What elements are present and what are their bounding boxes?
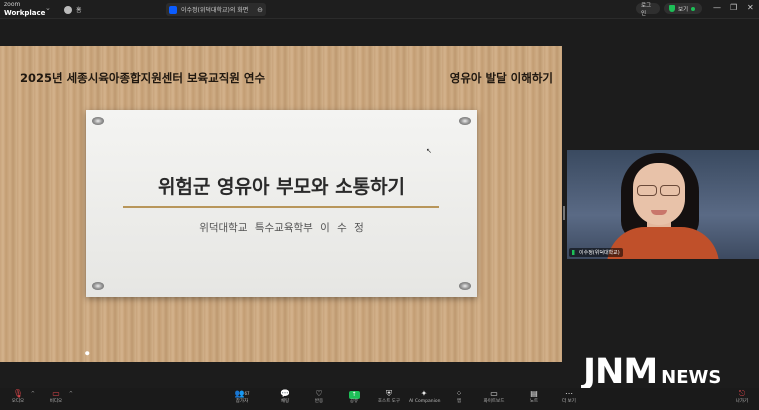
shield-icon [669, 5, 675, 12]
participant-mouth [651, 210, 667, 215]
leave-button[interactable]: ⎋ 나가기 [727, 389, 757, 405]
tab-meeting[interactable]: 이수정(위덕대학교)의 화면 ⊖ [166, 3, 266, 16]
glasses-icon [635, 185, 681, 196]
participant-video-tile[interactable]: 이수정(위덕대학교) [567, 150, 759, 259]
meeting-icon [169, 5, 177, 14]
more-button[interactable]: ⋯ 더 보기 [554, 389, 584, 405]
slide-header-right: 영유아 발달 이해하기 [449, 71, 553, 85]
notes-button[interactable]: ▤ 노트 [519, 389, 549, 405]
participant-name-badge: 이수정(위덕대학교) [569, 248, 623, 257]
participants-icon: 👥67 [234, 389, 250, 398]
apps-button[interactable]: ⁘ 앱 [444, 389, 474, 405]
meeting-toolbar: 🎙 오디오 ^ ▭ 비디오 ^ 👥67 참가자 💬 채팅 ♡ 반응 ↑ 공유 ⛨… [0, 388, 759, 410]
pin-icon [92, 117, 104, 125]
chat-button[interactable]: 💬 채팅 [270, 389, 300, 405]
audio-button[interactable]: 🎙 오디오 ^ [3, 389, 35, 405]
close-button[interactable]: ✕ [747, 3, 754, 12]
pin-icon [459, 117, 471, 125]
participants-button[interactable]: 👥67 참가자 [227, 389, 257, 405]
pin-icon [92, 282, 104, 290]
home-icon [64, 5, 72, 14]
view-button[interactable]: 보기 [664, 3, 702, 14]
slide-title: 위험군 영유아 부모와 소통하기 [157, 176, 406, 198]
status-dot-icon [691, 6, 696, 11]
chat-icon: 💬 [280, 389, 290, 398]
host-tools-icon: ⛨ [386, 389, 392, 398]
slide-title-card: ↖ 위험군 영유아 부모와 소통하기 위덕대학교 특수교육학부 이 수 정 [86, 110, 477, 297]
restore-button[interactable]: ❐ [730, 3, 737, 12]
share-icon: ↑ [348, 391, 360, 399]
reactions-icon: ♡ [315, 389, 323, 398]
slide-subtitle: 위덕대학교 특수교육학부 이 수 정 [199, 222, 364, 234]
minimize-button[interactable]: — [713, 3, 721, 12]
ai-companion-icon: ✦ [420, 389, 428, 398]
camera-icon[interactable]: ⏺ [85, 349, 90, 359]
whiteboard-icon: ▭ [490, 389, 498, 398]
chevron-up-icon[interactable]: ^ [69, 391, 73, 397]
ai-companion-button[interactable]: ✦ AI Companion [409, 389, 440, 405]
signal-icon [572, 250, 577, 255]
mic-muted-icon: 🎙 [12, 389, 24, 398]
tab-meeting-label: 이수정(위덕대학교)의 화면 [181, 7, 249, 14]
pin-icon [459, 282, 471, 290]
chevron-down-icon[interactable]: ⌄ [45, 4, 51, 12]
apps-icon: ⁘ [455, 389, 463, 398]
chevron-up-icon[interactable]: ^ [31, 391, 35, 397]
slide-header-left: 2025년 세종시육아종합지원센터 보육교직원 연수 [20, 71, 266, 85]
panel-resize-handle[interactable] [563, 206, 565, 220]
mouse-cursor-icon: ↖ [426, 147, 432, 155]
shared-screen[interactable]: 2025년 세종시육아종합지원센터 보육교직원 연수 영유아 발달 이해하기 ↖… [0, 46, 562, 362]
reactions-button[interactable]: ♡ 반응 [304, 389, 334, 405]
title-underline [123, 206, 439, 208]
notes-icon: ▤ [530, 389, 538, 398]
more-icon: ⋯ [565, 389, 573, 398]
zoom-logo: zoom Workplace [4, 1, 46, 17]
leave-icon: ⎋ [738, 389, 746, 398]
tab-home[interactable]: 홈 [64, 3, 82, 16]
video-button[interactable]: ▭ 비디오 ^ [41, 389, 73, 405]
host-tools-button[interactable]: ⛨ 호스트 도구 [374, 389, 404, 405]
title-bar: zoom Workplace ⌄ 홈 이수정(위덕대학교)의 화면 ⊖ 로그인 … [0, 0, 759, 19]
tab-home-label: 홈 [76, 7, 82, 14]
login-button[interactable]: 로그인 [636, 3, 660, 17]
tab-more-icon[interactable]: ⊖ [257, 6, 263, 14]
share-button[interactable]: ↑ 공유 [339, 389, 369, 405]
whiteboard-button[interactable]: ▭ 화이트보드 [479, 389, 509, 405]
news-watermark: JNM NEWS [583, 352, 722, 392]
video-off-icon: ▭ [52, 389, 60, 398]
